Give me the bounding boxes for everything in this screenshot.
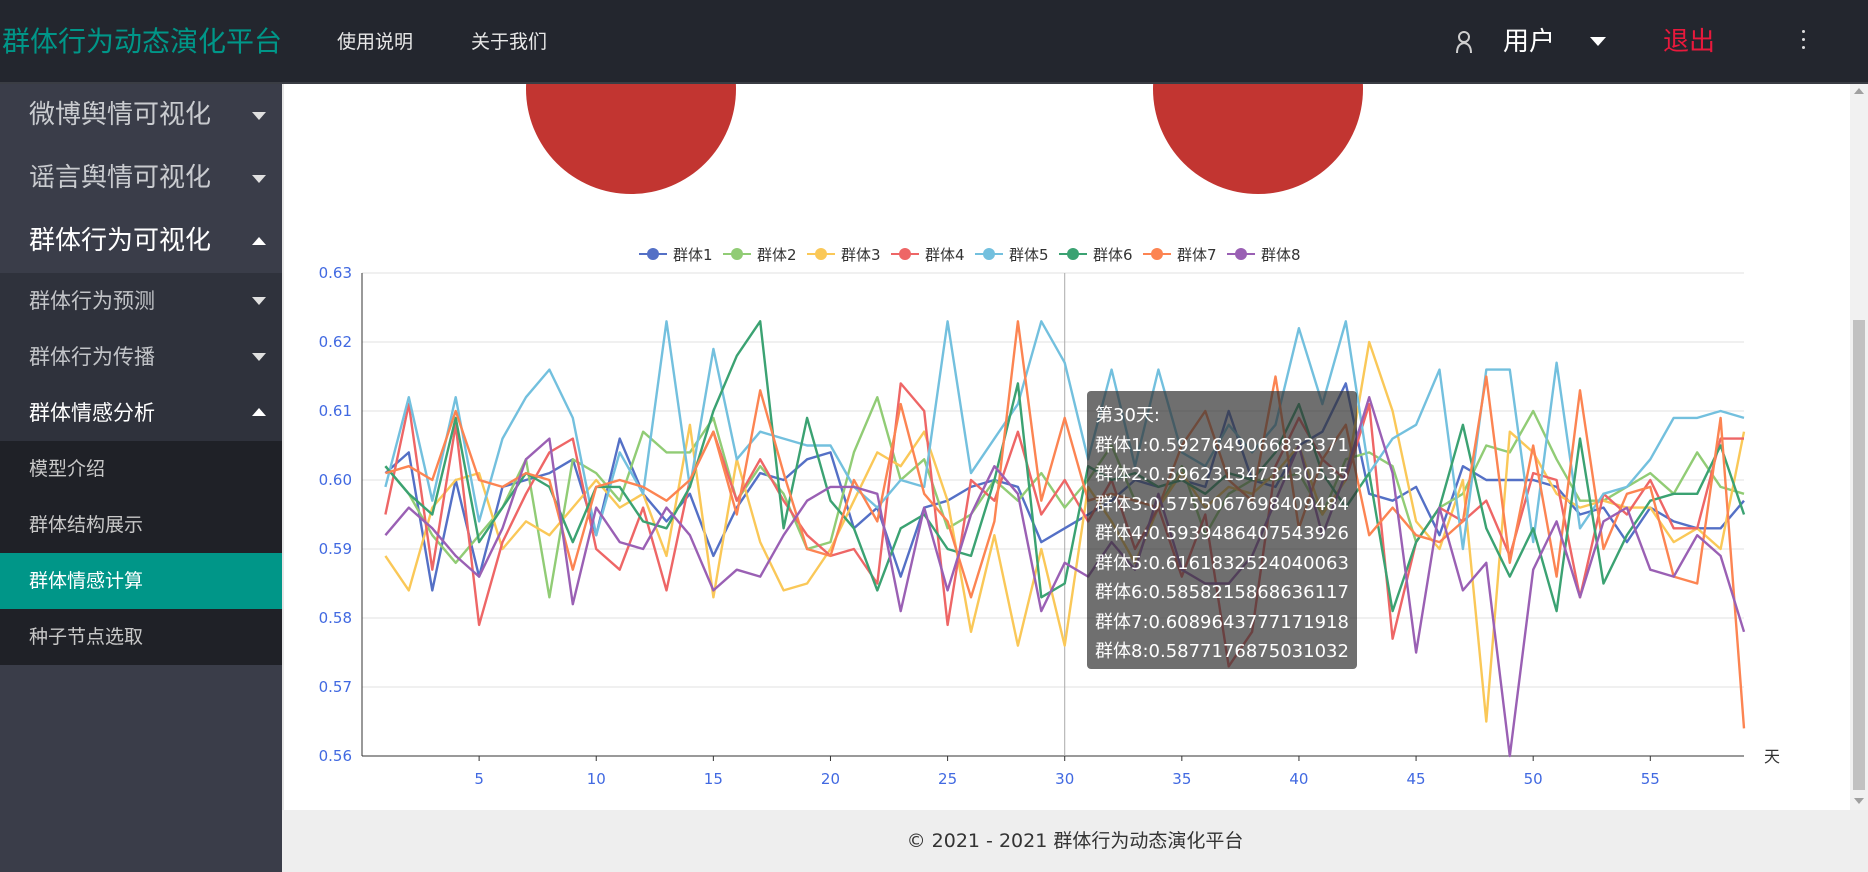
legend-marker bbox=[1235, 248, 1247, 260]
y-tick-label: 0.58 bbox=[319, 609, 352, 627]
y-tick-label: 0.63 bbox=[319, 264, 352, 282]
x-tick-label: 50 bbox=[1524, 770, 1543, 788]
legend-label: 群体2 bbox=[757, 246, 797, 264]
tooltip-line: 群体4:0.5939486407543926 bbox=[1095, 523, 1349, 544]
legend-label: 群体6 bbox=[1093, 246, 1133, 264]
tooltip-line: 群体1:0.5927649066833371 bbox=[1095, 434, 1349, 456]
tooltip-line: 群体2:0.5962313473130535 bbox=[1095, 464, 1349, 485]
chart-pie-shape bbox=[526, 84, 736, 194]
sidebar-item-seed-node-selection[interactable]: 种子节点选取 bbox=[0, 609, 282, 665]
sidebar: 微博舆情可视化 谣言舆情可视化 群体行为可视化 群体行为预测 群体行为传播 群体… bbox=[0, 84, 282, 872]
tooltip-line: 群体7:0.6089643777171918 bbox=[1095, 611, 1349, 633]
sidebar-item-label: 群体结构展示 bbox=[29, 514, 144, 536]
legend-marker bbox=[731, 248, 743, 260]
x-tick-label: 40 bbox=[1289, 770, 1308, 788]
scroll-down-arrow-icon[interactable] bbox=[1854, 798, 1864, 804]
legend-marker bbox=[815, 248, 827, 260]
legend-label: 群体3 bbox=[841, 246, 881, 264]
logout-button[interactable]: 退出 bbox=[1663, 24, 1715, 60]
line-chart[interactable]: 0.56 0.57 0.58 0.59 0.60 0.61 0.62 0.63 5 10 15 20 2… bbox=[282, 228, 1782, 808]
tooltip-line: 群体3:0.5755067698409484 bbox=[1095, 493, 1349, 515]
legend-label: 群体4 bbox=[925, 246, 965, 264]
tooltip-title: 第30天: bbox=[1095, 405, 1160, 426]
x-tick-label: 30 bbox=[1055, 770, 1074, 788]
sidebar-item-behavior-propagation[interactable]: 群体行为传播 bbox=[0, 329, 282, 385]
x-tick-label: 15 bbox=[704, 770, 723, 788]
page-footer: © 2021 - 2021 群体行为动态演化平台 bbox=[282, 810, 1868, 872]
legend-marker bbox=[899, 248, 911, 260]
legend-label: 群体5 bbox=[1009, 246, 1049, 264]
chart-pie-shape bbox=[1153, 84, 1363, 194]
sidebar-item-emotion-analysis[interactable]: 群体情感分析 bbox=[0, 385, 282, 441]
legend-label: 群体7 bbox=[1177, 246, 1217, 264]
x-tick-label: 10 bbox=[587, 770, 606, 788]
x-axis-label: 天 bbox=[1764, 747, 1780, 766]
y-tick-label: 0.62 bbox=[319, 333, 352, 351]
chevron-down-icon bbox=[252, 297, 266, 305]
chevron-down-icon bbox=[252, 112, 266, 120]
sidebar-item-group-behavior[interactable]: 群体行为可视化 bbox=[0, 210, 282, 273]
legend-marker bbox=[647, 248, 659, 260]
sidebar-item-label: 模型介绍 bbox=[29, 458, 106, 480]
sidebar-item-model-intro[interactable]: 模型介绍 bbox=[0, 441, 282, 497]
x-tick-label: 35 bbox=[1172, 770, 1191, 788]
legend-marker bbox=[1151, 248, 1163, 260]
chevron-up-icon bbox=[252, 408, 266, 416]
sidebar-item-label: 群体行为传播 bbox=[29, 345, 155, 369]
legend-marker bbox=[1067, 248, 1079, 260]
y-tick-label: 0.61 bbox=[319, 402, 352, 420]
sidebar-item-label: 微博舆情可视化 bbox=[29, 100, 212, 130]
sidebar-item-label: 种子节点选取 bbox=[29, 626, 144, 648]
sidebar-item-label: 群体情感分析 bbox=[29, 401, 155, 425]
x-tick-label: 55 bbox=[1641, 770, 1660, 788]
sidebar-item-label: 谣言舆情可视化 bbox=[29, 163, 212, 193]
sidebar-item-label: 群体行为可视化 bbox=[29, 226, 212, 256]
nav-usage-guide[interactable]: 使用说明 bbox=[337, 28, 413, 56]
app-brand[interactable]: 群体行为动态演化平台 bbox=[2, 20, 282, 64]
nav-about-us[interactable]: 关于我们 bbox=[471, 28, 547, 56]
legend-label: 群体8 bbox=[1261, 246, 1301, 264]
vertical-scrollbar[interactable] bbox=[1850, 84, 1868, 810]
sidebar-item-weibo-sentiment[interactable]: 微博舆情可视化 bbox=[0, 84, 282, 147]
sidebar-item-emotion-calculation[interactable]: 群体情感计算 bbox=[0, 553, 282, 609]
y-tick-label: 0.56 bbox=[319, 747, 352, 765]
x-tick-label: 20 bbox=[821, 770, 840, 788]
sidebar-item-behavior-prediction[interactable]: 群体行为预测 bbox=[0, 273, 282, 329]
sidebar-item-label: 群体情感计算 bbox=[29, 570, 144, 592]
tooltip-line: 群体8:0.5877176875031032 bbox=[1095, 641, 1349, 662]
y-tick-label: 0.59 bbox=[319, 540, 352, 558]
tooltip-line: 群体5:0.6161832524040063 bbox=[1095, 552, 1349, 574]
scrollbar-thumb[interactable] bbox=[1853, 320, 1865, 790]
x-tick-label: 45 bbox=[1407, 770, 1426, 788]
user-icon[interactable] bbox=[1452, 26, 1476, 56]
tooltip-line: 群体6:0.5858215868636117 bbox=[1095, 582, 1349, 603]
x-tick-label: 25 bbox=[938, 770, 957, 788]
sidebar-item-rumor-sentiment[interactable]: 谣言舆情可视化 bbox=[0, 147, 282, 210]
sidebar-item-label: 群体行为预测 bbox=[29, 289, 155, 313]
chevron-down-icon bbox=[252, 175, 266, 183]
chevron-down-icon bbox=[252, 353, 266, 361]
user-menu-label[interactable]: 用户 bbox=[1503, 24, 1555, 60]
legend-marker bbox=[983, 248, 995, 260]
x-tick-label: 5 bbox=[474, 770, 484, 788]
user-menu-caret-icon[interactable] bbox=[1590, 37, 1606, 46]
chevron-up-icon bbox=[252, 237, 266, 245]
y-tick-label: 0.60 bbox=[319, 471, 352, 489]
chart-tooltip: 第30天: 群体1:0.5927649066833371 群体2:0.59623… bbox=[1087, 391, 1357, 669]
sidebar-item-structure-display[interactable]: 群体结构展示 bbox=[0, 497, 282, 553]
legend-label: 群体1 bbox=[673, 246, 713, 264]
more-options-icon[interactable] bbox=[1800, 30, 1806, 52]
y-tick-label: 0.57 bbox=[319, 678, 352, 696]
scroll-up-arrow-icon[interactable] bbox=[1854, 88, 1864, 94]
top-navbar: 群体行为动态演化平台 使用说明 关于我们 用户 退出 bbox=[0, 0, 1868, 84]
